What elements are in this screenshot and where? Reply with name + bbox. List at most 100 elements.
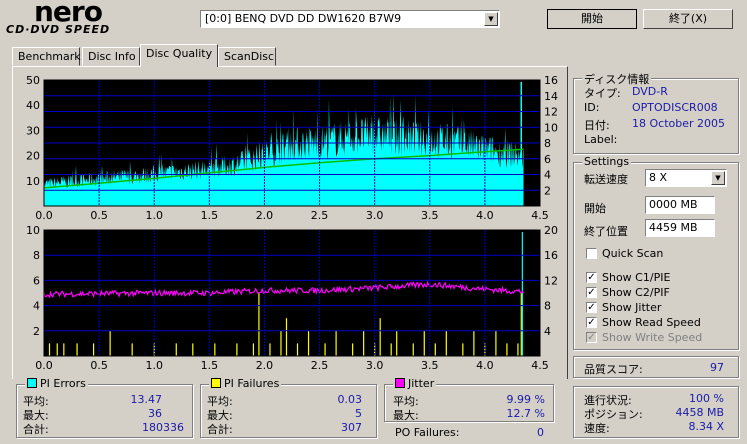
x-tick-label: 1.5 — [201, 209, 219, 222]
y-left-tick-label: 20 — [26, 150, 40, 163]
show-c1-label: Show C1/PIE — [602, 271, 671, 284]
start-button[interactable]: 開始 — [547, 9, 637, 29]
settings-group: Settings 転送速度 8 X ▼ 開始 0000 MB 終了位置 4459… — [573, 155, 739, 350]
show-write-speed-checkbox: ✓ — [586, 332, 597, 343]
progress-value: 100 % — [689, 392, 724, 405]
read-speed-label: 速度: — [584, 422, 610, 435]
y-right-tick-label: 8 — [544, 137, 551, 150]
logo-subtext: CD·DVD SPEED — [6, 23, 111, 36]
jitter-avg: 9.99 % — [506, 393, 545, 406]
label-label: Label: — [584, 133, 618, 146]
x-tick-label: 1.5 — [201, 359, 219, 372]
pif-color-swatch — [211, 378, 221, 388]
jitter-group: Jitter 平均: 9.99 % 最大: 12.7 % — [384, 377, 554, 422]
end-pos-label: 終了位置 — [584, 225, 628, 238]
po-failures-label: PO Failures: — [395, 426, 460, 439]
y-right-tick-label: 8 — [544, 300, 551, 313]
y-right-tick-label: 16 — [544, 74, 558, 87]
pif-chart: 0.0 0.5 1.0 1.5 2.0 2.5 3.0 3.5 4.0 4.5 2 4 6 8 10 4 8 12… — [26, 224, 558, 372]
pi-failures-max: 5 — [355, 407, 362, 420]
pi-errors-title-text: PI Errors — [40, 377, 86, 390]
drive-select-value: [0:0] BENQ DVD DD DW1620 B7W9 — [205, 12, 402, 25]
speed-select[interactable]: 8 X ▼ — [645, 169, 727, 187]
y-left-tick-label: 10 — [26, 175, 40, 188]
y-right-tick-label: 6 — [544, 153, 551, 166]
chevron-down-icon[interactable]: ▼ — [484, 12, 498, 26]
quality-score-label: 品質スコア: — [584, 363, 643, 376]
tab-disc-info[interactable]: Disc Info — [82, 47, 140, 66]
y-right-tick-label: 4 — [544, 169, 551, 182]
pi-errors-total: 180336 — [142, 421, 184, 434]
x-tick-label: 3.5 — [421, 359, 439, 372]
x-tick-label: 2.5 — [311, 209, 329, 222]
x-tick-label: 3.0 — [366, 209, 384, 222]
chevron-down-icon[interactable]: ▼ — [711, 171, 725, 185]
date-value: 18 October 2005 — [632, 117, 726, 130]
x-tick-label: 0.0 — [35, 359, 53, 372]
settings-title: Settings — [582, 155, 632, 168]
show-c1-checkbox[interactable]: ✓ — [586, 272, 597, 283]
x-tick-label: 3.5 — [421, 209, 439, 222]
quality-score-group: 品質スコア: 97 — [573, 356, 739, 378]
tab-benchmark[interactable]: Benchmark — [12, 47, 81, 66]
y-right-tick-label: 12 — [544, 274, 558, 287]
y-left-tick-label: 6 — [33, 274, 40, 287]
y-left-tick-label: 50 — [26, 74, 40, 87]
show-c2-checkbox[interactable]: ✓ — [586, 287, 597, 298]
x-tick-label: 2.5 — [311, 359, 329, 372]
disc-info-group: ディスク情報 タイプ: DVD-R ID: OPTODISCR008 日付: 1… — [573, 71, 739, 154]
quick-scan-label: Quick Scan — [602, 247, 664, 260]
start-pos-input[interactable]: 0000 MB — [645, 196, 715, 214]
jitter-title: Jitter — [393, 377, 437, 390]
pi-failures-total-label: 合計: — [207, 423, 233, 436]
type-label: タイプ: — [584, 87, 621, 100]
exit-button[interactable]: 終了(X) — [643, 9, 733, 29]
pi-failures-title: PI Failures — [209, 377, 282, 390]
y-right-tick-label: 4 — [544, 325, 551, 338]
jitter-max: 12.7 % — [506, 407, 545, 420]
pi-errors-max: 36 — [148, 407, 162, 420]
quick-scan-checkbox[interactable] — [586, 248, 597, 259]
speed-label: 転送速度 — [584, 173, 628, 186]
id-label: ID: — [584, 101, 600, 114]
y-right-tick-label: 20 — [544, 224, 558, 237]
x-tick-label: 0.5 — [90, 209, 108, 222]
x-tick-label: 4.0 — [476, 209, 494, 222]
x-tick-label: 4.5 — [531, 359, 549, 372]
speed-select-value: 8 X — [649, 171, 668, 184]
tab-scandisc[interactable]: ScanDisc — [218, 47, 276, 66]
show-write-speed-label: Show Write Speed — [602, 331, 703, 344]
pie-color-swatch — [27, 378, 37, 388]
start-pos-label: 開始 — [584, 202, 606, 215]
jitter-title-text: Jitter — [408, 377, 435, 390]
end-pos-input[interactable]: 4459 MB — [645, 219, 715, 237]
pi-errors-group: PI Errors 平均: 13.47 最大: 36 合計: 180336 — [16, 377, 193, 438]
y-left-tick-label: 40 — [26, 99, 40, 112]
x-tick-label: 0.0 — [35, 209, 53, 222]
pi-errors-total-label: 合計: — [23, 423, 49, 436]
type-value: DVD-R — [632, 85, 668, 98]
y-left-tick-label: 4 — [33, 300, 40, 313]
jitter-color-swatch — [395, 378, 405, 388]
y-left-tick-label: 10 — [26, 224, 40, 237]
read-speed-value: 8.34 X — [688, 420, 724, 433]
x-tick-label: 4.0 — [476, 359, 494, 372]
show-read-speed-checkbox[interactable]: ✓ — [586, 317, 597, 328]
show-read-speed-label: Show Read Speed — [602, 316, 701, 329]
pi-errors-title: PI Errors — [25, 377, 88, 390]
drive-select[interactable]: [0:0] BENQ DVD DD DW1620 B7W9 ▼ — [200, 10, 500, 28]
x-tick-label: 3.0 — [366, 359, 384, 372]
pi-failures-title-text: PI Failures — [224, 377, 280, 390]
date-label: 日付: — [584, 119, 610, 132]
x-tick-label: 0.5 — [90, 359, 108, 372]
pie-chart: 0.0 0.5 1.0 1.5 2.0 2.5 3.0 3.5 4.0 4.5 10 20 30 40 50… — [26, 74, 558, 222]
x-tick-label: 1.0 — [145, 209, 163, 222]
id-value: OPTODISCR008 — [632, 101, 718, 114]
position-value: 4458 MB — [675, 406, 724, 419]
x-tick-label: 2.0 — [256, 359, 274, 372]
show-c2-label: Show C2/PIF — [602, 286, 670, 299]
show-jitter-checkbox[interactable]: ✓ — [586, 302, 597, 313]
tab-disc-quality[interactable]: Disc Quality — [140, 44, 218, 67]
pi-failures-total: 307 — [341, 421, 362, 434]
pi-failures-group: PI Failures 平均: 0.03 最大: 5 合計: 307 — [200, 377, 377, 438]
